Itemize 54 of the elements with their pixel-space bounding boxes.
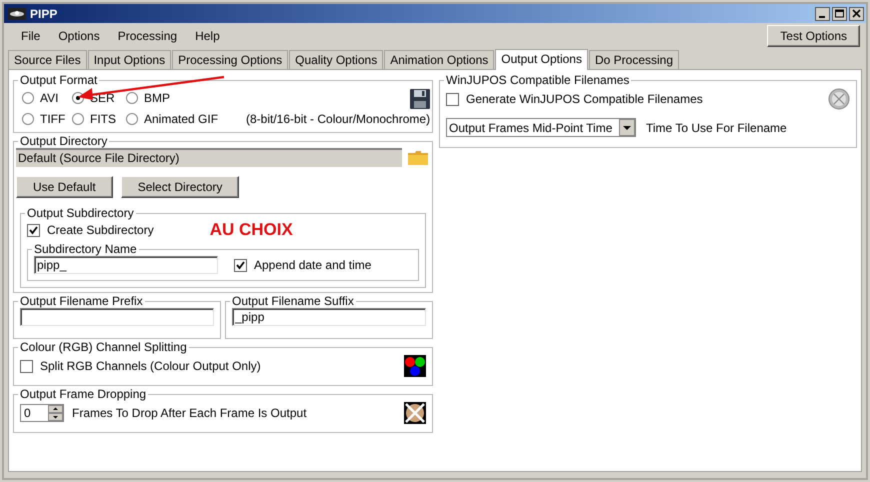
tab[interactable]: Output Options — [495, 49, 588, 70]
rgb-icon — [404, 355, 426, 377]
radio-button[interactable]: FITS — [72, 112, 116, 126]
group-label: Output Directory — [19, 134, 108, 148]
group-label: Output Subdirectory — [26, 206, 135, 220]
test-options-button[interactable]: Test Options — [767, 25, 860, 47]
group-label: WinJUPOS Compatible Filenames — [445, 73, 630, 87]
tab[interactable]: Processing Options — [172, 50, 288, 69]
field-label: Frames To Drop After Each Frame Is Output — [72, 406, 307, 420]
tab[interactable]: Quality Options — [289, 50, 384, 69]
tab[interactable]: Animation Options — [384, 50, 494, 69]
clock-icon — [828, 88, 850, 110]
dialog-button[interactable]: Use Default — [16, 176, 113, 198]
time-dropdown[interactable]: Output Frames Mid-Point Time — [446, 118, 636, 137]
group-label: Output Format — [19, 73, 98, 87]
spin-arrows-icon[interactable] — [48, 405, 63, 421]
menu-item[interactable]: Processing — [108, 27, 186, 45]
check-icon — [29, 226, 38, 234]
checkbox[interactable]: Create Subdirectory — [27, 223, 154, 237]
group-label: Colour (RGB) Channel Splitting — [19, 340, 188, 354]
annotation-text: AU CHOIX — [210, 220, 293, 240]
field-label: Time To Use For Filename — [646, 120, 787, 134]
app-icon — [8, 8, 26, 20]
radio-button[interactable]: AVI — [22, 91, 58, 105]
tab[interactable]: Input Options — [88, 50, 172, 69]
close-icon[interactable] — [849, 6, 864, 20]
group-label: Output Filename Suffix — [231, 294, 355, 308]
radio-button[interactable]: Animated GIF — [126, 112, 218, 126]
radio-button[interactable]: TIFF — [22, 112, 66, 126]
minimize-icon[interactable] — [815, 6, 830, 20]
input-field[interactable]: _pipp — [232, 308, 426, 326]
window-title: PIPP — [30, 6, 58, 20]
radio-button[interactable]: BMP — [126, 91, 170, 105]
directory-field[interactable]: Default (Source File Directory) — [16, 148, 402, 167]
group-label: Output Filename Prefix — [19, 294, 144, 308]
checkbox[interactable]: Generate WinJUPOS Compatible Filenames — [446, 92, 703, 106]
format-note: (8-bit/16-bit - Colour/Monochrome) — [246, 112, 430, 126]
group-label: Subdirectory Name — [33, 242, 138, 256]
checkbox[interactable]: Split RGB Channels (Colour Output Only) — [20, 359, 261, 373]
input-field[interactable]: pipp_ — [34, 256, 218, 274]
menu-item[interactable]: File — [12, 27, 50, 45]
maximize-icon[interactable] — [832, 6, 847, 20]
input-field[interactable] — [20, 308, 214, 326]
spin-box[interactable]: 0 — [20, 404, 64, 422]
tab[interactable]: Source Files — [8, 50, 87, 69]
crossed-circle-icon — [404, 402, 426, 424]
menu-item[interactable]: Help — [186, 27, 229, 45]
save-icon[interactable] — [410, 89, 430, 109]
checkbox[interactable]: Append date and time — [234, 258, 372, 272]
dialog-button[interactable]: Select Directory — [120, 176, 240, 198]
menu-item[interactable]: Options — [49, 27, 109, 45]
group-label: Output Frame Dropping — [19, 387, 148, 401]
tab[interactable]: Do Processing — [588, 50, 680, 69]
check-icon — [236, 260, 245, 270]
